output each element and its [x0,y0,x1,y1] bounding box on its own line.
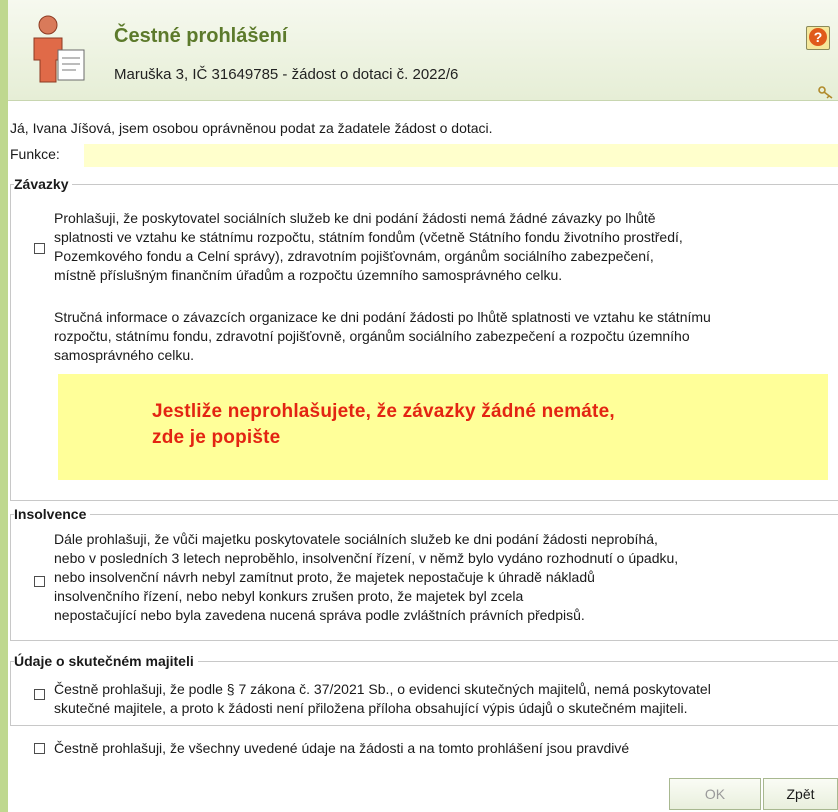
zavazky-group-border-left [10,184,11,500]
dialog-header: Čestné prohlášení Maruška 3, IČ 31649785… [8,0,838,101]
majitel-group-border-left [10,661,11,725]
zavazky-checkbox[interactable] [34,243,45,254]
key-icon[interactable] [818,86,834,100]
funkce-label: Funkce: [10,146,60,162]
insolvence-group-border-left [10,514,11,640]
final-declaration: Čestně prohlašuji, že všechny uvedené úd… [54,740,630,756]
zavazky-line: splatnosti ve vztahu ke státnímu rozpočt… [54,229,683,245]
funkce-input[interactable] [84,144,838,167]
zavazky-textarea-hint: Jestliže neprohlašujete, že závazky žádn… [152,401,615,448]
majitel-declaration: Čestně prohlašuji, že podle § 7 zákona č… [54,680,711,718]
ok-button[interactable]: OK [669,778,761,810]
majitel-checkbox[interactable] [34,689,45,700]
zavazky-group-border-top [10,184,838,185]
zavazky-line: Pozemkového fondu a Celní správy), zdrav… [54,248,654,264]
person-form-icon [33,15,85,83]
insolvence-line: Dále prohlašuji, že vůči majetku poskyto… [54,531,658,547]
majitel-line: skutečné majitele, a proto k žádosti nen… [54,700,688,716]
help-icon[interactable]: ? [806,26,830,50]
final-checkbox[interactable] [34,743,45,754]
zavazky-info: Stručná informace o závazcích organizace… [54,308,711,365]
insolvence-line: nebo v posledních 3 letech neproběhlo, i… [54,550,679,566]
zavazky-group-title: Závazky [14,176,73,192]
insolvence-line: nebo insolvenční návrh nebyl zamítnut pr… [54,569,595,585]
insolvence-group-border-bottom [10,640,838,641]
left-border-strip [0,0,8,812]
zavazky-info-line: Stručná informace o závazcích organizace… [54,309,711,325]
zavazky-info-line: rozpočtu, státnímu fondu, zdravotní poji… [54,328,690,344]
zavazky-info-line: samosprávného celku. [54,347,195,363]
insolvence-line: insolvenčního řízení, nebo nebyl konkurs… [54,588,524,604]
zavazky-declaration: Prohlašuji, že poskytovatel sociálních s… [54,209,683,285]
help-glyph: ? [809,28,827,46]
zavazky-group-border-bottom [10,500,838,501]
insolvence-checkbox[interactable] [34,576,45,587]
insolvence-line: nepostačující nebo byla zavedena nucená … [54,607,585,623]
insolvence-declaration: Dále prohlašuji, že vůči majetku poskyto… [54,530,678,625]
majitel-line: Čestně prohlašuji, že podle § 7 zákona č… [54,681,711,697]
majitel-group-border-bottom [10,725,838,726]
insolvence-group-title: Insolvence [14,506,91,522]
insolvence-group-border-top [10,514,838,515]
dialog-title: Čestné prohlášení [114,25,288,47]
dialog-subtitle: Maruška 3, IČ 31649785 - žádost o dotaci… [114,66,459,83]
zavazky-line: Prohlašuji, že poskytovatel sociálních s… [54,210,656,226]
back-button[interactable]: Zpět [763,778,838,810]
authority-statement: Já, Ivana Jíšová, jsem osobou oprávněnou… [10,120,493,136]
zavazky-line: místně příslušným finančním úřadům a roz… [54,267,563,283]
majitel-group-title: Údaje o skutečném majiteli [14,653,198,669]
